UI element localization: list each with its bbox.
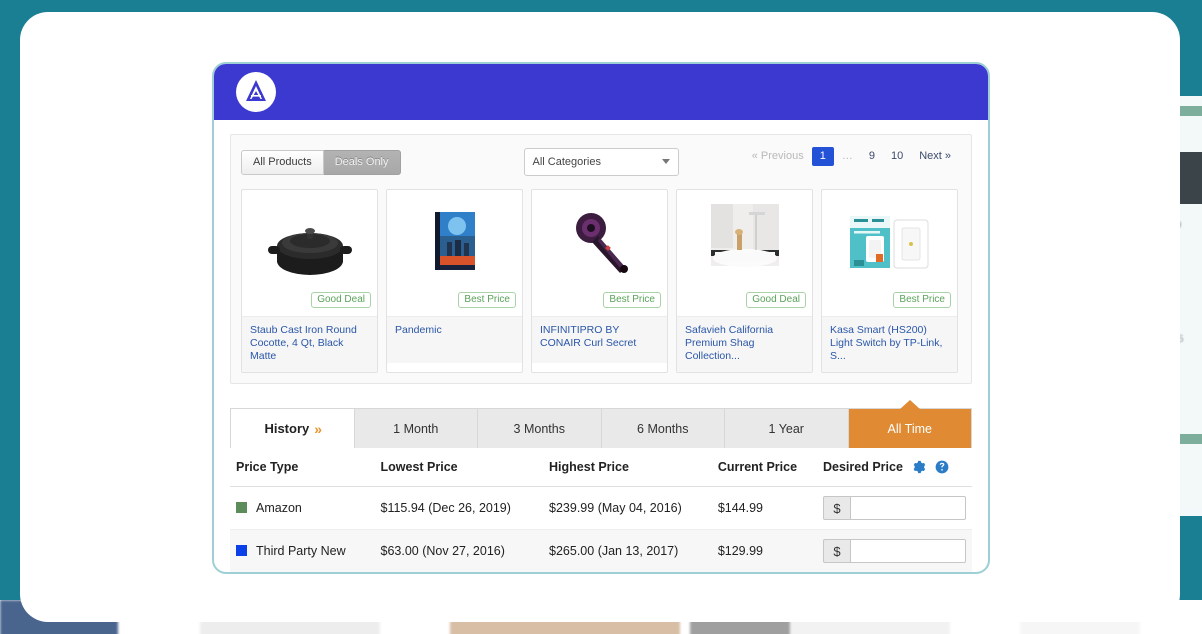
all-products-button[interactable]: All Products — [241, 149, 324, 175]
tab-1-month[interactable]: 1 Month — [354, 409, 478, 449]
product-card-list: Good Deal Staub Cast Iron Round Cocotte,… — [241, 189, 961, 374]
product-badge: Best Price — [893, 292, 951, 308]
pagination-page-9[interactable]: 9 — [861, 147, 883, 166]
row-price-type: Third Party Used — [230, 573, 375, 574]
row-highest-price: $265.00 (Jan 13, 2017) — [543, 529, 712, 572]
pagination-previous[interactable]: « Previous — [744, 147, 812, 166]
header-highest-price: Highest Price — [543, 448, 712, 488]
chevron-down-icon — [661, 159, 670, 164]
product-listing-panel: All Products Deals Only All Categories «… — [230, 134, 972, 385]
tab-all-time[interactable]: All Time — [848, 400, 971, 449]
product-badge: Good Deal — [746, 292, 806, 308]
tab-history-label[interactable]: History » — [231, 409, 355, 449]
legend-swatch-third-party-new — [236, 545, 247, 557]
tab-all-time-label: All Time — [887, 421, 932, 436]
product-title[interactable]: Staub Cast Iron Round Cocotte, 4 Qt, Bla… — [242, 316, 377, 373]
pagination: « Previous 1 … 9 10 Next » — [744, 147, 959, 166]
product-card[interactable]: Good Deal Staub Cast Iron Round Cocotte,… — [241, 189, 378, 374]
category-select-value: All Categories — [532, 156, 601, 168]
row-price-type: Third Party New — [230, 529, 375, 572]
product-card[interactable]: Best Price INFINITIPRO BY CONAIR Curl Se… — [531, 189, 668, 374]
product-image-board-game-box — [387, 190, 522, 288]
product-badge-row: Best Price — [387, 288, 522, 316]
row-price-type-label: Third Party New — [256, 544, 346, 559]
row-lowest-price: $63.00 (Nov 27, 2016) — [374, 529, 544, 572]
row-price-type-label: Amazon — [256, 501, 302, 516]
tab-3-months[interactable]: 3 Months — [478, 409, 602, 449]
header-current-price: Current Price — [711, 448, 817, 488]
product-title[interactable]: Kasa Smart (HS200) Light Switch by TP-Li… — [822, 316, 957, 373]
table-header-row: Price Type Lowest Price Highest Price Cu… — [230, 448, 972, 488]
price-history-table: Price Type Lowest Price Highest Price Cu… — [230, 448, 972, 574]
product-title[interactable]: Pandemic — [387, 316, 522, 363]
double-chevron-right-icon: » — [314, 420, 322, 437]
product-badge-row: Good Deal — [242, 288, 377, 316]
table-row: Third Party Used $100.46 (Jun 20, 2019) … — [230, 573, 972, 574]
product-badge: Good Deal — [311, 292, 371, 308]
row-current-price: $144.99 — [711, 486, 817, 531]
tab-history-text: History — [264, 421, 310, 437]
product-title[interactable]: Safavieh California Premium Shag Collect… — [677, 316, 812, 373]
currency-prefix: $ — [823, 496, 850, 521]
pagination-page-1[interactable]: 1 — [811, 147, 834, 166]
product-image-light-switch — [822, 190, 957, 288]
header-price-type: Price Type — [230, 448, 375, 488]
table-row: Amazon $115.94 (Dec 26, 2019) $239.99 (M… — [230, 486, 972, 531]
product-badge-row: Good Deal — [677, 288, 812, 316]
row-desired-price: $ — [817, 529, 972, 572]
help-icon[interactable] — [935, 460, 949, 474]
tab-6-months[interactable]: 6 Months — [601, 409, 725, 449]
header-desired-price-label: Desired Price — [823, 460, 903, 475]
table-row: Third Party New $63.00 (Nov 27, 2016) $2… — [230, 529, 972, 572]
row-desired-price: $ — [817, 486, 972, 531]
currency-prefix: $ — [823, 539, 850, 564]
product-card[interactable]: Good Deal Safavieh California Premium Sh… — [676, 189, 813, 374]
app-logo[interactable] — [236, 72, 276, 112]
app-header — [214, 64, 988, 120]
product-badge-row: Best Price — [532, 288, 667, 316]
product-badge: Best Price — [603, 292, 661, 308]
row-current-price: Not in Stock — [712, 573, 817, 574]
pagination-page-10[interactable]: 10 — [883, 147, 911, 166]
product-card[interactable]: Best Price Pandemic — [386, 189, 523, 374]
product-image-curling-iron — [532, 190, 667, 288]
category-select[interactable]: All Categories — [523, 148, 679, 176]
product-image-shag-rug — [677, 190, 812, 288]
row-lowest-price: $100.46 (Jun 20, 2019) — [375, 573, 544, 574]
row-lowest-price: $115.94 (Dec 26, 2019) — [374, 486, 544, 531]
row-desired-price: $ — [817, 573, 972, 574]
tab-1-year[interactable]: 1 Year — [725, 409, 849, 449]
row-current-price: $129.99 — [711, 529, 817, 572]
row-highest-price: $201.24 (Apr 19, 2016) — [543, 573, 712, 574]
active-tab-pointer — [898, 400, 921, 411]
pagination-next[interactable]: Next » — [911, 147, 959, 166]
app-window: All Products Deals Only All Categories «… — [212, 62, 990, 574]
history-range-tabs: History » 1 Month 3 Months 6 Months 1 Ye… — [230, 400, 972, 449]
pagination-ellipsis: … — [841, 150, 853, 162]
header-desired-price: Desired Price — [817, 448, 972, 488]
deals-only-button[interactable]: Deals Only — [323, 149, 401, 175]
legend-swatch-amazon — [236, 502, 247, 514]
header-lowest-price: Lowest Price — [374, 448, 544, 488]
listing-toolbar: All Products Deals Only All Categories «… — [241, 147, 961, 177]
product-filter-toggle-group: All Products Deals Only — [241, 149, 401, 175]
product-badge-row: Best Price — [822, 288, 957, 316]
product-title[interactable]: INFINITIPRO BY CONAIR Curl Secret — [532, 316, 667, 363]
desired-price-input[interactable] — [850, 539, 966, 564]
row-price-type: Amazon — [230, 486, 375, 531]
product-badge: Best Price — [458, 292, 516, 308]
product-image-dutch-oven — [242, 190, 377, 288]
product-card[interactable]: Best Price Kasa Smart (HS200) Light Swit… — [821, 189, 958, 374]
row-highest-price: $239.99 (May 04, 2016) — [543, 486, 712, 531]
desired-price-input[interactable] — [850, 496, 966, 521]
gear-icon[interactable] — [912, 460, 926, 474]
